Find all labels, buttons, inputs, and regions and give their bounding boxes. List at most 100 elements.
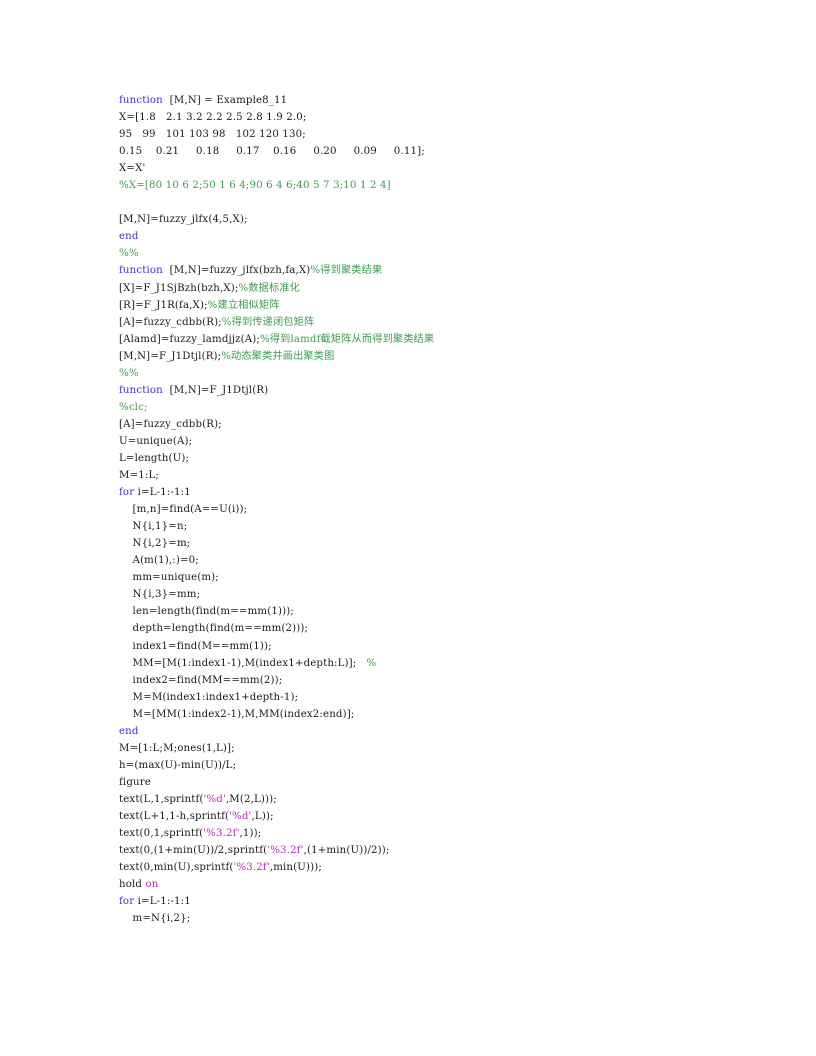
code-token-cm: %动态聚类并画出聚类图 [221, 350, 335, 362]
code-token-pl: text(L+1,1-h,sprintf( [119, 810, 230, 822]
code-line: X=X' [119, 160, 779, 177]
code-line: U=unique(A); [119, 433, 779, 450]
code-token-pl: hold [119, 879, 146, 891]
code-line: X=[1.8 2.1 3.2 2.2 2.5 2.8 1.9 2.0; [119, 109, 779, 126]
code-token-pl: ,min(U))); [269, 862, 322, 874]
code-line: hold on [119, 876, 779, 893]
code-line: [X]=F_J1SjBzh(bzh,X);%数据标准化 [119, 280, 779, 297]
code-token-pl: X=X' [119, 163, 146, 175]
code-line: N{i,1}=n; [119, 518, 779, 535]
code-line: function [M,N] = Example8_11 [119, 92, 779, 109]
code-token-str: '%3.2f' [233, 862, 270, 874]
code-token-pl: i=L-1:-1:1 [134, 896, 191, 908]
code-line: index1=find(M==mm(1)); [119, 638, 779, 655]
code-token-pl: 0.15 0.21 0.18 0.17 0.16 0.20 0.09 0.11]… [119, 146, 425, 158]
code-line: end [119, 723, 779, 740]
code-token-cm: %% [119, 248, 139, 260]
code-token-pl: h=(max(U)-min(U))/L; [119, 759, 237, 771]
code-token-pl: text(0,1,sprintf( [119, 828, 204, 840]
code-line: M=[MM(1:index2-1),M,MM(index2:end)]; [119, 706, 779, 723]
code-token-pl: 95 99 101 103 98 102 120 130; [119, 129, 306, 141]
code-line: %% [119, 245, 779, 262]
code-line: M=1:L; [119, 467, 779, 484]
code-token-cm: %建立相似矩阵 [207, 299, 280, 311]
code-token-kw: function [119, 384, 163, 396]
code-token-pl: A(m(1),:)=0; [119, 555, 199, 567]
code-token-pl: N{i,3}=mm; [119, 589, 201, 601]
code-token-str: '%3.2f' [203, 828, 240, 840]
code-token-kw: for [119, 487, 135, 499]
code-line: text(0,1,sprintf('%3.2f',1)); [119, 825, 779, 842]
code-token-kw: end [119, 725, 139, 737]
code-token-pl: [M,N]=fuzzy_jlfx(4,5,X); [119, 214, 248, 226]
code-token-pl: index2=find(MM==mm(2)); [119, 674, 283, 686]
code-token-pl: [M,N]=fuzzy_jlfx(bzh,fa,X) [162, 265, 311, 277]
code-token-pl: N{i,1}=n; [119, 521, 188, 533]
code-line: [A]=fuzzy_cdbb(R); [119, 416, 779, 433]
code-line: A(m(1),:)=0; [119, 552, 779, 569]
code-token-str: '%d' [203, 793, 226, 805]
code-line: N{i,3}=mm; [119, 586, 779, 603]
code-token-pl: [R]=F_J1R(fa,X); [119, 299, 208, 311]
code-token-cm: %% [119, 367, 139, 379]
code-token-pl: N{i,2}=m; [119, 538, 191, 550]
code-line: [m,n]=find(A==U(i)); [119, 501, 779, 518]
code-line: m=N{i,2}; [119, 910, 779, 927]
code-token-pl: text(0,(1+min(U))/2,sprintf( [119, 845, 268, 857]
code-line: function [M,N]=F_J1Dtjl(R) [119, 382, 779, 399]
code-token-pl: [Alamd]=fuzzy_lamdjjz(A); [119, 333, 260, 345]
code-token-pl: [A]=fuzzy_cdbb(R); [119, 418, 222, 430]
code-line: MM=[M(1:index1-1),M(index1+depth:L)]; % [119, 655, 779, 672]
code-token-pl: M=1:L; [119, 470, 159, 482]
code-token-kw: end [119, 231, 139, 243]
code-token-cm: % [366, 657, 377, 669]
code-token-pl: M=[1:L;M;ones(1,L)]; [119, 742, 235, 754]
code-line: text(0,min(U),sprintf('%3.2f',min(U))); [119, 859, 779, 876]
code-token-pl: [X]=F_J1SjBzh(bzh,X); [119, 282, 239, 294]
code-token-pl: ,1)); [239, 828, 262, 840]
code-line: depth=length(find(m==mm(2))); [119, 620, 779, 637]
code-token-pl: mm=unique(m); [119, 572, 219, 584]
code-token-pl: depth=length(find(m==mm(2))); [119, 623, 309, 635]
code-token-str: '%d' [229, 810, 252, 822]
code-token-pl: [A]=fuzzy_cdbb(R); [119, 316, 222, 328]
code-line: mm=unique(m); [119, 569, 779, 586]
code-line: %clc; [119, 399, 779, 416]
code-token-pl: text(0,min(U),sprintf( [119, 862, 234, 874]
code-token-pl: MM=[M(1:index1-1),M(index1+depth:L)]; [119, 657, 367, 669]
code-token-cm: %clc; [119, 401, 148, 413]
code-line: text(0,(1+min(U))/2,sprintf('%3.2f',(1+m… [119, 842, 779, 859]
code-line: M=[1:L;M;ones(1,L)]; [119, 740, 779, 757]
code-line: [M,N]=F_J1Dtjl(R);%动态聚类并画出聚类图 [119, 348, 779, 365]
code-token-kw: function [119, 265, 163, 277]
code-line: %% [119, 365, 779, 382]
code-line: 0.15 0.21 0.18 0.17 0.16 0.20 0.09 0.11]… [119, 143, 779, 160]
code-token-pl: [M,N]=F_J1Dtjl(R) [162, 384, 269, 396]
code-token-pl: L=length(U); [119, 452, 190, 464]
code-token-pl: figure [119, 776, 151, 788]
code-token-pl: [M,N]=F_J1Dtjl(R); [119, 350, 222, 362]
code-line: for i=L-1:-1:1 [119, 484, 779, 501]
code-line: 95 99 101 103 98 102 120 130; [119, 126, 779, 143]
code-line: end [119, 228, 779, 245]
code-token-pl: i=L-1:-1:1 [134, 487, 191, 499]
code-line: L=length(U); [119, 450, 779, 467]
code-token-pl: index1=find(M==mm(1)); [119, 640, 272, 652]
code-token-pl: len=length(find(m==mm(1))); [119, 606, 294, 618]
code-line: index2=find(MM==mm(2)); [119, 672, 779, 689]
code-line: [Alamd]=fuzzy_lamdjjz(A);%得到lamdf截矩阵从而得到… [119, 331, 779, 348]
code-token-kw: for [119, 896, 135, 908]
code-token-cm: %得到lamdf截矩阵从而得到聚类结果 [259, 333, 435, 345]
code-token-pl: [M,N] = Example8_11 [162, 95, 288, 106]
code-token-cm: %得到聚类结果 [310, 265, 383, 277]
code-line: function [M,N]=fuzzy_jlfx(bzh,fa,X)%得到聚类… [119, 262, 779, 279]
code-token-pl: X=[1.8 2.1 3.2 2.2 2.5 2.8 1.9 2.0; [119, 112, 307, 124]
code-token-str: '%3.2f' [267, 845, 304, 857]
code-listing: function [M,N] = Example8_11 X=[1.8 2.1 3… [119, 92, 779, 927]
code-token-cm: %X=[80 10 6 2;50 1 6 4;90 6 4 6;40 5 7 3… [119, 180, 391, 192]
code-token-pl: ,(1+min(U))/2)); [303, 845, 390, 857]
code-line: [M,N]=fuzzy_jlfx(4,5,X); [119, 211, 779, 228]
code-line: [A]=fuzzy_cdbb(R);%得到传递闭包矩阵 [119, 314, 779, 331]
code-line: %X=[80 10 6 2;50 1 6 4;90 6 4 6;40 5 7 3… [119, 177, 779, 194]
